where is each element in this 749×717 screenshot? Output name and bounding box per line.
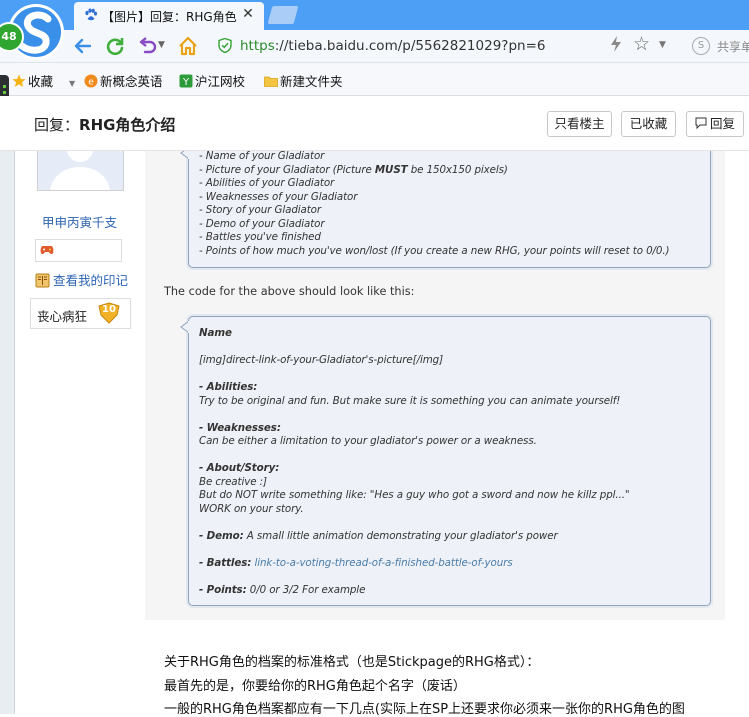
quote-line: - Story of your Gladiator [199, 204, 322, 216]
only-op-button[interactable]: 只看楼主 [547, 111, 612, 137]
share-icon[interactable]: S [692, 37, 710, 55]
thread-header: 回复：RHG角色介绍 只看楼主 已收藏 回复 [0, 96, 749, 151]
quote-line: - Picture of your Gladiator (Picture MUS… [199, 164, 508, 176]
quote-line: Be creative :] [199, 476, 267, 488]
quote-line: - Battles you've finished [199, 231, 321, 243]
bookmark-label: 新建文件夹 [280, 74, 343, 89]
svg-text:e: e [88, 78, 94, 88]
url-text: https://tieba.baidu.com/p/5562821029?pn=… [240, 38, 545, 54]
post-text-line: 关于RHG角色的档案的标准格式（也是Stickpage的RHG格式）： [164, 655, 540, 670]
avatar[interactable] [37, 151, 124, 191]
reload-icon[interactable] [103, 34, 127, 58]
quote-line: - Weaknesses: [199, 422, 281, 434]
svg-text:Y: Y [182, 77, 190, 88]
quote-line: - Demo: A small little animation demonst… [199, 530, 558, 542]
bookmark-star-icon[interactable]: ☆ [633, 33, 650, 55]
quote-line: - Demo of your Gladiator [199, 218, 325, 230]
quote-screenshot-2: Name [img]direct-link-of-your-Gladiator'… [188, 316, 711, 606]
url-rest: ://tieba.baidu.com/p/5562821029?pn=6 [274, 38, 546, 54]
share-label[interactable]: 共享单 [717, 38, 749, 55]
quote-line: - Abilities of your Gladiator [199, 177, 335, 189]
favorite-button[interactable]: 已收藏 [621, 111, 676, 137]
impression-link[interactable]: 查看我的印记 [35, 270, 128, 289]
quote-line: Name [199, 327, 232, 339]
level-name: 丧心病狂 [37, 309, 88, 324]
quote-line: - Name of your Gladiator [199, 150, 325, 162]
app-icon: Y [179, 74, 193, 88]
bookmarks-bar: 收藏 ▼ e 新概念英语 Y 沪江网校 新建文件夹 [0, 63, 749, 96]
star-icon [12, 74, 26, 87]
quote-line: Try to be original and fun. But make sur… [199, 395, 621, 407]
quote-line: - Points of how much you've won/lost (If… [199, 245, 670, 257]
quote-line: Can be either a limitation to your gladi… [199, 435, 537, 447]
reply-label: 回复 [709, 116, 735, 131]
level-badge-box[interactable]: 丧心病狂 10 [30, 298, 131, 329]
quote-line: - Points: 0/0 or 3/2 For example [199, 584, 366, 596]
reply-button[interactable]: 回复 [686, 111, 744, 137]
tab-close-icon[interactable]: ✕ [240, 6, 256, 24]
folder-icon [264, 76, 278, 87]
app-icon: e [84, 74, 98, 88]
chevron-down-icon[interactable]: ▼ [659, 40, 666, 50]
address-toolbar: ▼ https://tieba.baidu.com/p/5562821029?p… [0, 30, 749, 63]
bookmark-label: 沪江网校 [195, 74, 246, 89]
username-link[interactable]: 甲申丙寅千支 [42, 212, 117, 231]
code-intro-text: The code for the above should look like … [164, 285, 415, 298]
level-number: 10 [102, 304, 116, 315]
post-text-line: 最首先的是，你要给你的RHG角色起个名字（废话） [164, 679, 466, 694]
post-text-line: 一般的RHG角色档案都应有一下几点(实际上在SP上还要求你必须来一张你的RHG角… [164, 702, 685, 717]
quote-notch-icon [180, 321, 192, 333]
home-icon[interactable] [176, 34, 200, 58]
bookmark-hujiang[interactable]: Y 沪江网校 [179, 71, 245, 90]
default-avatar-icon [50, 151, 110, 190]
quote-line: - Weaknesses of your Gladiator [199, 191, 358, 203]
chevron-down-icon[interactable]: ▼ [69, 79, 75, 88]
quote-line: - Battles: link-to-a-voting-thread-of-a-… [199, 557, 513, 569]
quote-line: - Abilities: [199, 381, 258, 393]
baidu-paw-icon [85, 8, 97, 21]
bookmark-label: 新概念英语 [100, 74, 163, 89]
game-badge[interactable] [35, 239, 122, 262]
new-tab-button[interactable] [267, 6, 299, 24]
quote-line: - About/Story: [199, 462, 280, 474]
bookmark-favorites[interactable]: 收藏 ▼ [12, 71, 75, 90]
quote-line: WORK on your story. [199, 503, 304, 515]
left-side-strip [0, 96, 15, 714]
bookmark-label: 收藏 [28, 74, 54, 89]
impression-label: 查看我的印记 [53, 273, 129, 288]
secure-shield-icon [218, 38, 232, 53]
bookmark-xingainian[interactable]: e 新概念英语 [84, 71, 163, 90]
browser-tab[interactable]: 【图片】回复：RHG角色 ✕ [74, 2, 264, 30]
quote-line: But do NOT write something like: "Hes a … [199, 489, 630, 501]
back-arrow-icon[interactable] [71, 34, 95, 58]
gamepad-icon [40, 246, 54, 255]
book-icon [35, 273, 50, 288]
quote-line: [img]direct-link-of-your-Gladiator's-pic… [199, 354, 443, 366]
tab-title: 【图片】回复：RHG角色 [102, 10, 237, 24]
undo-close-tab-icon[interactable] [135, 34, 159, 58]
comment-icon [695, 117, 707, 130]
page-title: 回复：RHG角色介绍 [34, 116, 176, 134]
bookmark-new-folder[interactable]: 新建文件夹 [264, 71, 343, 90]
url-scheme: https [240, 38, 275, 54]
lightning-icon[interactable] [609, 35, 623, 58]
chevron-down-icon[interactable]: ▼ [158, 40, 165, 50]
quote-screenshot-1: - Name of your Gladiator - Picture of yo… [188, 140, 711, 268]
